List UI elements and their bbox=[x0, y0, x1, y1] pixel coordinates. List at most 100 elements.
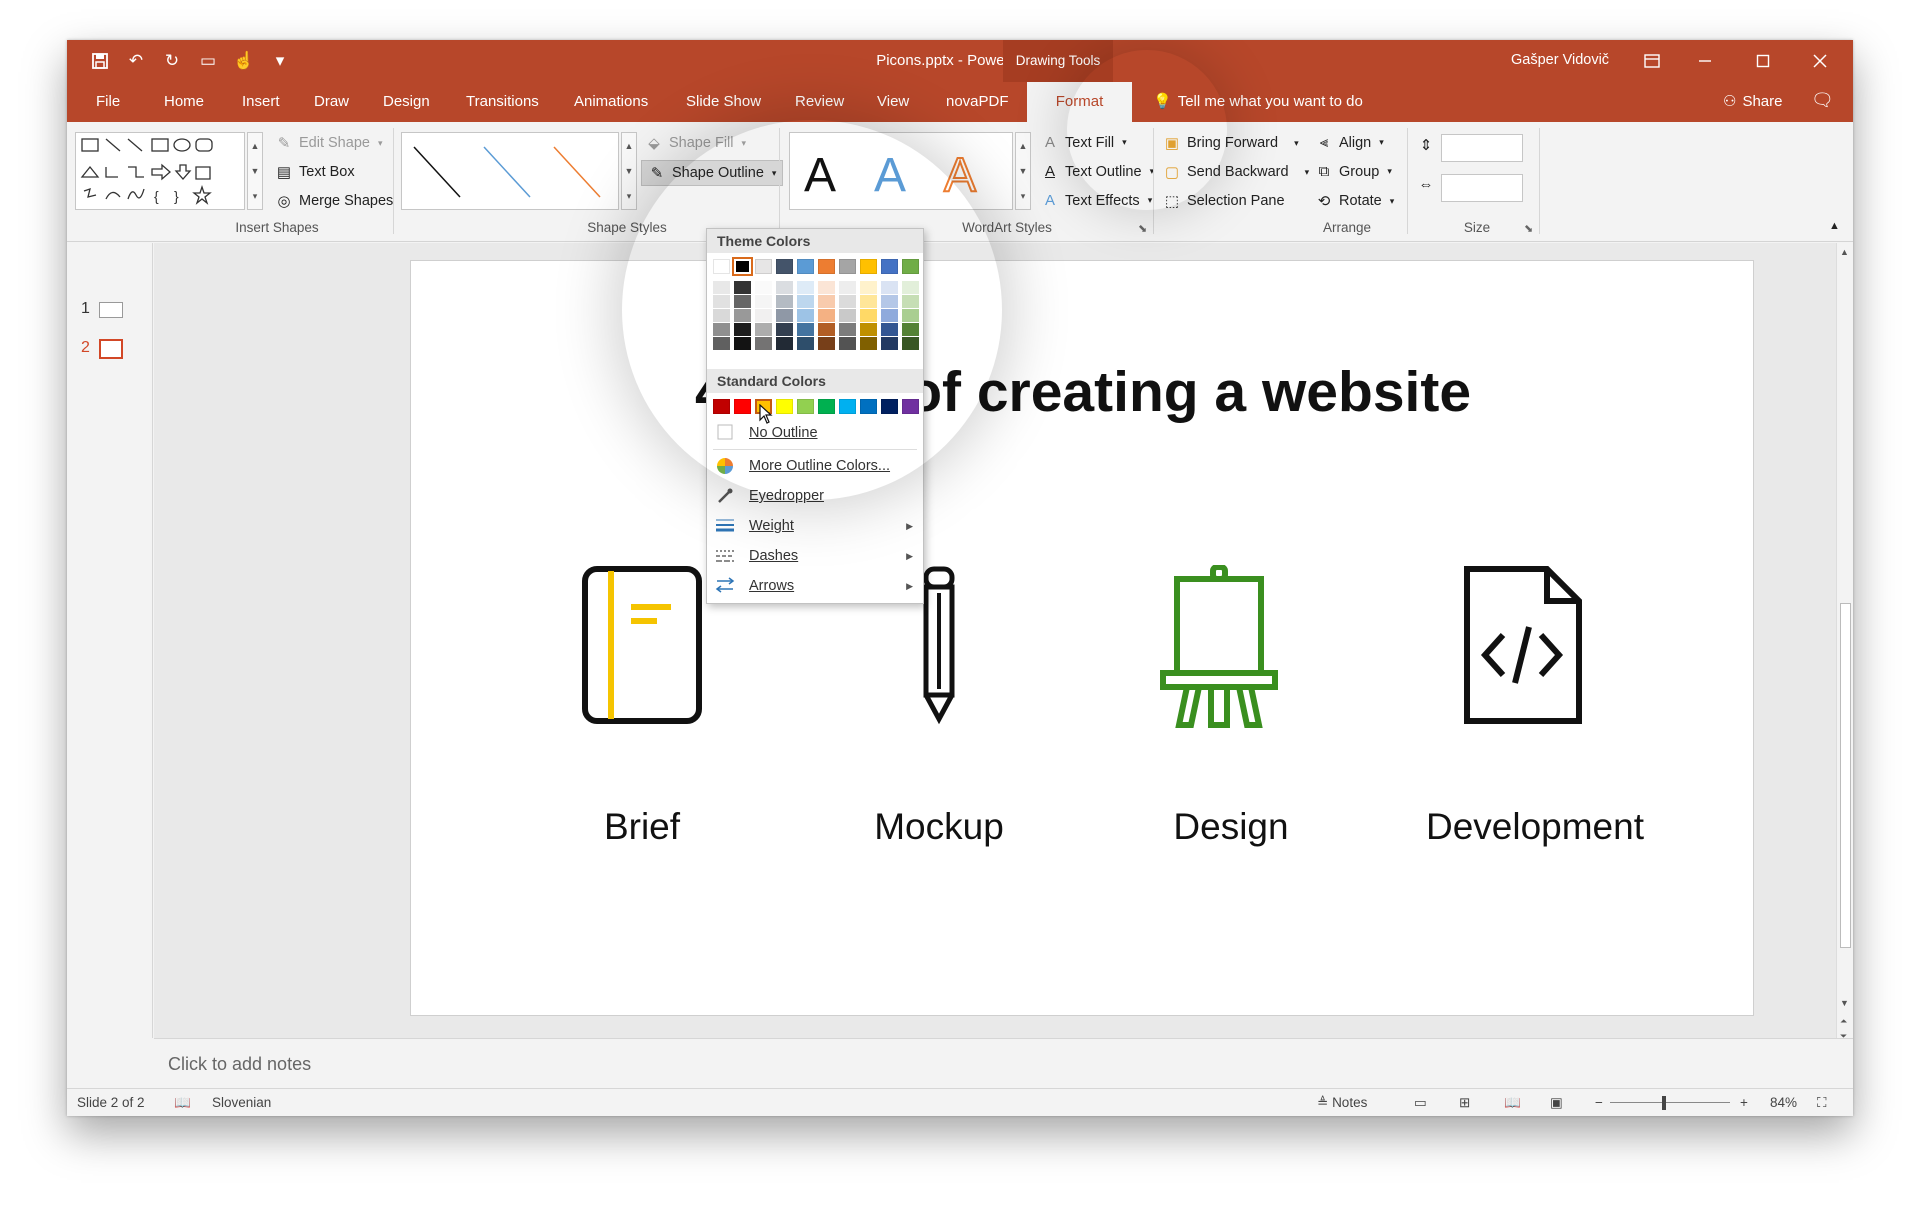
theme-shade-swatch[interactable] bbox=[818, 295, 835, 308]
theme-shade-swatch[interactable] bbox=[755, 309, 772, 322]
theme-shade-swatch[interactable] bbox=[797, 323, 814, 336]
theme-shade-swatch[interactable] bbox=[881, 337, 898, 350]
theme-shade-swatch[interactable] bbox=[755, 323, 772, 336]
theme-shade-swatch[interactable] bbox=[860, 337, 877, 350]
scroll-up-icon[interactable]: ▲ bbox=[1840, 247, 1849, 257]
theme-shade-swatch[interactable] bbox=[797, 337, 814, 350]
theme-shade-swatch[interactable] bbox=[902, 323, 919, 336]
text-fill-button[interactable]: A Text Fill ▾ bbox=[1041, 134, 1127, 151]
previous-slide-icon[interactable]: ⏶ bbox=[1840, 1016, 1847, 1027]
zoom-slider-thumb[interactable] bbox=[1662, 1096, 1666, 1110]
theme-shade-swatch[interactable] bbox=[860, 323, 877, 336]
theme-shade-swatch[interactable] bbox=[713, 309, 730, 322]
development-label[interactable]: Development bbox=[1405, 806, 1665, 848]
standard-color-swatch[interactable] bbox=[797, 399, 814, 414]
shape-height-input[interactable] bbox=[1441, 134, 1523, 162]
theme-shade-swatch[interactable] bbox=[776, 323, 793, 336]
wordart-styles-gallery[interactable]: A A A bbox=[789, 132, 1013, 210]
theme-shade-swatch[interactable] bbox=[797, 295, 814, 308]
theme-shade-swatch[interactable] bbox=[713, 323, 730, 336]
tab-draw[interactable]: Draw bbox=[312, 82, 351, 122]
merge-shapes-button[interactable]: ◎Merge Shapes▾ bbox=[275, 192, 405, 210]
code-file-icon[interactable] bbox=[1461, 565, 1583, 725]
theme-shade-swatch[interactable] bbox=[839, 295, 856, 308]
share-button[interactable]: ⚇ Share bbox=[1723, 82, 1782, 122]
slide-title[interactable]: 4 steps of creating a website bbox=[411, 359, 1755, 425]
theme-color-swatch[interactable] bbox=[902, 259, 919, 274]
shape-styles-gallery-scroll[interactable]: ▲ ▼ ▾ bbox=[621, 132, 637, 210]
tab-novapdf[interactable]: novaPDF bbox=[944, 82, 1011, 122]
tab-slide-show[interactable]: Slide Show bbox=[684, 82, 763, 122]
theme-shade-swatch[interactable] bbox=[860, 295, 877, 308]
theme-shade-swatch[interactable] bbox=[839, 323, 856, 336]
theme-shade-swatch[interactable] bbox=[713, 281, 730, 294]
arrows-item[interactable]: Arrows ▶ bbox=[707, 572, 923, 600]
theme-shade-swatch[interactable] bbox=[818, 323, 835, 336]
shape-outline-button[interactable]: ✎ Shape Outline ▾ bbox=[641, 160, 784, 186]
comments-icon[interactable]: 🗨 bbox=[1811, 90, 1834, 111]
notes-toggle[interactable]: ≜ Notes bbox=[1317, 1095, 1367, 1111]
theme-color-swatch[interactable] bbox=[839, 259, 856, 274]
more-outline-colors-item[interactable]: More Outline Colors... bbox=[707, 452, 923, 480]
pencil-icon[interactable] bbox=[919, 565, 959, 725]
theme-shade-swatch[interactable] bbox=[818, 309, 835, 322]
theme-shade-swatch[interactable] bbox=[818, 337, 835, 350]
easel-icon[interactable] bbox=[1159, 565, 1279, 729]
text-outline-button[interactable]: A Text Outline ▾ bbox=[1041, 163, 1154, 180]
normal-view-icon[interactable]: ▭ bbox=[1414, 1095, 1427, 1111]
zoom-in-icon[interactable]: + bbox=[1740, 1095, 1748, 1110]
theme-shade-swatch[interactable] bbox=[734, 309, 751, 322]
theme-shade-swatch[interactable] bbox=[902, 281, 919, 294]
shape-width-input[interactable] bbox=[1441, 174, 1523, 202]
standard-color-swatch[interactable] bbox=[860, 399, 877, 414]
shape-fill-button[interactable]: ⬙ Shape Fill ▾ bbox=[645, 134, 746, 152]
theme-shade-swatch[interactable] bbox=[881, 295, 898, 308]
slide-thumbnail-1[interactable] bbox=[99, 302, 123, 318]
theme-shade-swatch[interactable] bbox=[734, 323, 751, 336]
dashes-item[interactable]: Dashes ▶ bbox=[707, 542, 923, 570]
theme-shade-swatch[interactable] bbox=[860, 281, 877, 294]
theme-shade-swatch[interactable] bbox=[797, 309, 814, 322]
theme-shade-swatch[interactable] bbox=[860, 309, 877, 322]
slide-canvas[interactable]: 4 steps of creating a website Brief Mock… bbox=[410, 260, 1754, 1016]
zoom-level[interactable]: 84% bbox=[1770, 1095, 1797, 1110]
no-outline-item[interactable]: No Outline bbox=[707, 419, 923, 447]
theme-shade-swatch[interactable] bbox=[755, 281, 772, 294]
tab-animations[interactable]: Animations bbox=[572, 82, 650, 122]
theme-color-swatch[interactable] bbox=[881, 259, 898, 274]
size-dialog-launcher-icon[interactable]: ⬊ bbox=[1524, 222, 1533, 235]
wordart-dialog-launcher-icon[interactable]: ⬊ bbox=[1138, 222, 1147, 235]
tell-me-search[interactable]: 💡 Tell me what you want to do bbox=[1153, 82, 1363, 122]
language-indicator[interactable]: Slovenian bbox=[212, 1095, 271, 1110]
theme-shade-swatch[interactable] bbox=[881, 323, 898, 336]
slide-sorter-icon[interactable]: ⊞ bbox=[1459, 1095, 1470, 1111]
ribbon-display-options-icon[interactable] bbox=[1637, 46, 1667, 76]
tab-view[interactable]: View bbox=[875, 82, 911, 122]
theme-color-swatch[interactable] bbox=[713, 259, 730, 274]
standard-color-swatch[interactable] bbox=[902, 399, 919, 414]
theme-shade-swatch[interactable] bbox=[713, 337, 730, 350]
theme-color-swatch[interactable] bbox=[818, 259, 835, 274]
theme-shade-swatch[interactable] bbox=[776, 295, 793, 308]
slide-thumbnail-2[interactable] bbox=[99, 339, 123, 359]
collapse-ribbon-icon[interactable]: ▲ bbox=[1829, 220, 1840, 232]
align-button[interactable]: ⫷ Align ▾ bbox=[1315, 134, 1384, 151]
shapes-gallery-scroll[interactable]: ▲ ▼ ▾ bbox=[247, 132, 263, 210]
wordart-gallery-scroll[interactable]: ▲ ▼ ▾ bbox=[1015, 132, 1031, 210]
spelling-icon[interactable]: 📖 bbox=[174, 1095, 191, 1111]
theme-shade-swatch[interactable] bbox=[776, 337, 793, 350]
maximize-icon[interactable] bbox=[1748, 46, 1778, 76]
tab-transitions[interactable]: Transitions bbox=[464, 82, 541, 122]
theme-shade-swatch[interactable] bbox=[734, 281, 751, 294]
shapes-gallery[interactable]: {} bbox=[75, 132, 245, 210]
theme-shade-swatch[interactable] bbox=[839, 281, 856, 294]
theme-shade-swatch[interactable] bbox=[881, 281, 898, 294]
zoom-slider[interactable] bbox=[1610, 1102, 1730, 1103]
theme-shade-swatch[interactable] bbox=[839, 309, 856, 322]
tab-design[interactable]: Design bbox=[381, 82, 432, 122]
tab-format[interactable]: Format bbox=[1027, 82, 1132, 122]
reading-view-icon[interactable]: 📖 bbox=[1504, 1095, 1521, 1111]
shape-styles-gallery[interactable] bbox=[401, 132, 619, 210]
theme-shade-swatch[interactable] bbox=[902, 295, 919, 308]
standard-color-swatch[interactable] bbox=[776, 399, 793, 414]
